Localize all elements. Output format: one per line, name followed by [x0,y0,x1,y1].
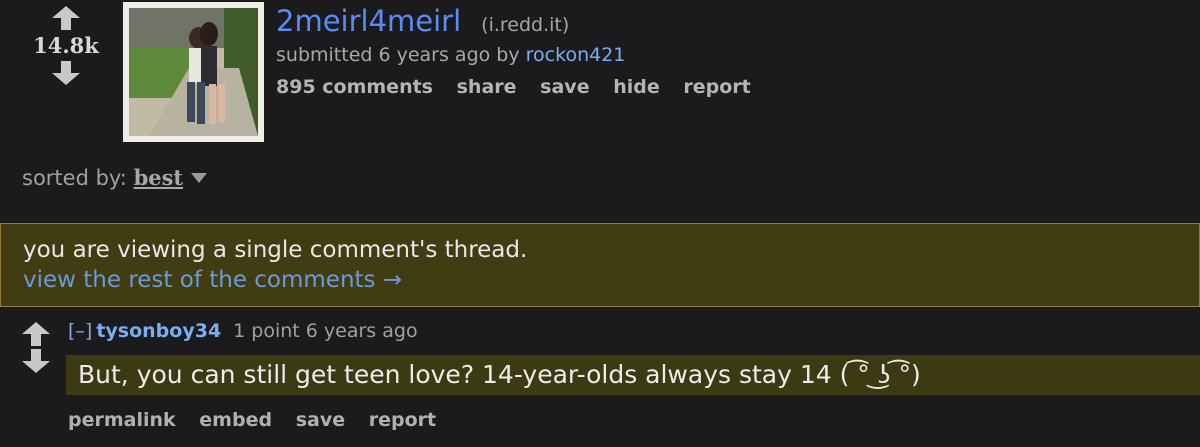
post-domain[interactable]: (i.redd.it) [481,14,569,36]
post-entry: 14.8k 2meirl4meirl (i.redd.it) submitted … [0,0,1200,150]
embed-button[interactable]: embed [199,409,272,431]
comment-header: [–] tysonboy34 1 point 6 years ago [68,320,418,342]
post-title-link[interactable]: 2meirl4meirl [276,4,461,38]
upvote-arrow-icon[interactable] [52,6,80,30]
post-buttons: 895 comments share save hide report [276,76,768,98]
report-button[interactable]: report [683,76,750,98]
tagline-text: submitted 6 years ago by [276,44,526,66]
collapse-toggle[interactable]: [–] [68,320,92,342]
save-button[interactable]: save [540,76,589,98]
comment-vote-column [22,322,52,373]
sort-dropdown[interactable]: best [134,165,184,190]
comment-body: But, you can still get teen love? 14-yea… [66,355,1200,395]
post-vote-column: 14.8k [20,6,112,85]
upvote-arrow-icon[interactable] [22,322,50,346]
sort-control: sorted by: best [22,165,208,190]
comment-author-link[interactable]: tysonboy34 [96,320,221,342]
comment-report-button[interactable]: report [369,409,436,431]
comments-link[interactable]: 895 comments [276,76,433,98]
thumbnail-image [129,8,258,136]
post-score: 14.8k [33,33,99,58]
permalink-button[interactable]: permalink [68,409,176,431]
post-thumbnail[interactable] [123,2,264,142]
comment: [–] tysonboy34 1 point 6 years ago But, yo… [0,312,1200,447]
comment-save-button[interactable]: save [296,409,345,431]
share-button[interactable]: share [457,76,517,98]
sort-label: sorted by: [22,166,134,190]
post-title-line: 2meirl4meirl (i.redd.it) [276,4,569,38]
notice-message: you are viewing a single comment's threa… [23,237,528,263]
post-author-link[interactable]: rockon421 [526,44,626,66]
post-tagline: submitted 6 years ago by rockon421 [276,44,625,66]
view-all-comments-link[interactable]: view the rest of the comments → [23,265,1177,295]
downvote-arrow-icon[interactable] [22,349,50,373]
downvote-arrow-icon[interactable] [52,61,80,85]
single-thread-notice: you are viewing a single comment's threa… [0,223,1200,307]
comment-buttons: permalink embed save report [68,409,453,431]
hide-button[interactable]: hide [613,76,660,98]
dropdown-caret-icon[interactable] [191,173,208,183]
comment-meta: 1 point 6 years ago [233,320,418,342]
